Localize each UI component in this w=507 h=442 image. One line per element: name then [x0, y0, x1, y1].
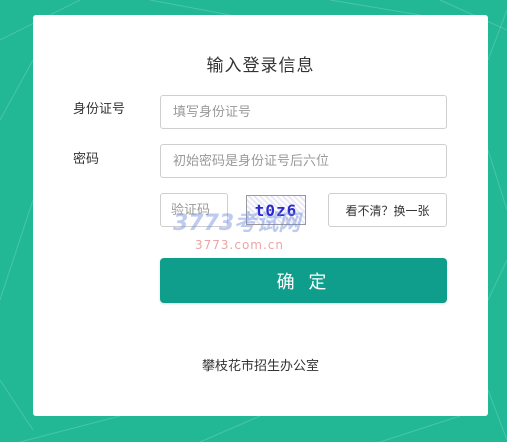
- form-title: 输入登录信息: [206, 56, 315, 76]
- id-number-label: 身份证号: [73, 102, 126, 117]
- watermark-bottom: 3773.com.cn: [195, 238, 284, 252]
- captcha-input[interactable]: [160, 193, 228, 227]
- refresh-captcha-button[interactable]: 看不清？换一张: [328, 193, 447, 227]
- organization-footer: 攀枝花市招生办公室: [201, 359, 319, 374]
- submit-button[interactable]: 确 定: [160, 258, 447, 303]
- id-number-input[interactable]: [160, 95, 447, 129]
- password-label: 密码: [73, 152, 100, 167]
- captcha-image[interactable]: t0z6: [246, 195, 306, 225]
- password-input[interactable]: [160, 144, 447, 178]
- login-card: 输入登录信息 身份证号 密码 t0z6 看不清？换一张 确 定 攀枝花市招生办公…: [33, 15, 488, 416]
- captcha-text: t0z6: [254, 200, 298, 220]
